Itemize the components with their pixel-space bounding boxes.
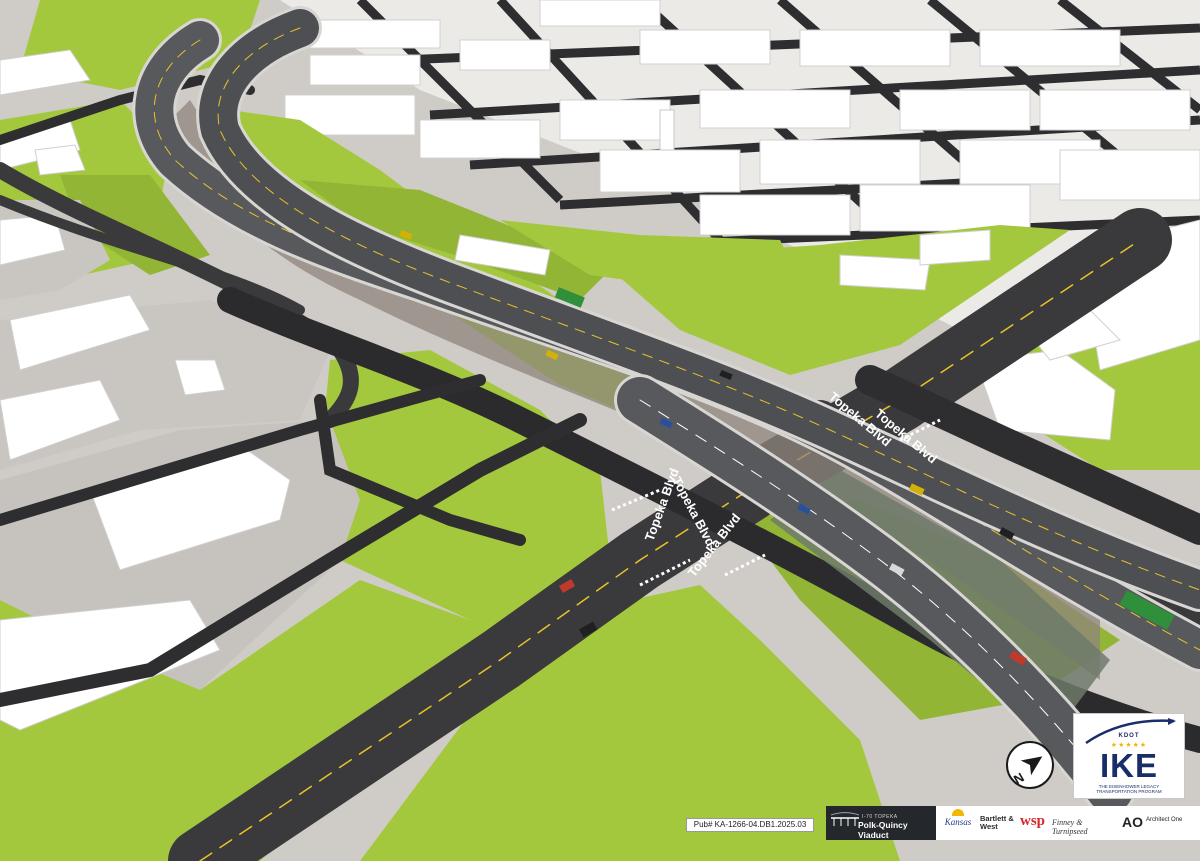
ike-tagline: The Eisenhower Legacy Transportation Pro… [1096,784,1162,794]
project-name: Polk-Quincy Viaduct [858,820,908,840]
partner-logos: Kansas Bartlett & West wsp Finney & Turn… [936,806,1200,840]
partner-wsp: wsp [1020,813,1046,829]
partner-kansas-label: Kansas [944,817,972,827]
ike-wordmark: IKE [1099,747,1158,784]
partner-ao-mark: AO [1122,814,1143,830]
bridge-icon [830,812,860,826]
partner-finney-turnipseed: Finney & Turnipseed [1052,818,1088,836]
ike-program-logo: KDOT ★★★★★ IKE The Eisenhower Legacy Tra… [1073,713,1185,799]
ike-agency: KDOT [1118,733,1140,739]
sunflower-icon [952,809,964,816]
partner-bartlett-west: Bartlett & West [980,814,1014,831]
partner-ao-label: Architect One [1146,817,1183,823]
north-arrow-icon: N [1005,740,1055,790]
project-banner: I-70 TOPEKA Polk-Quincy Viaduct [826,806,936,840]
publication-number: Pub# KA-1266-04.DB1.2025.03 [686,818,814,832]
aerial-rendering: Topeka Blvd Topeka Blvd Topeka Blvd Tope… [0,0,1200,861]
partner-kansas: Kansas [938,806,978,840]
partner-architect-one: AO Architect One [1122,814,1196,848]
